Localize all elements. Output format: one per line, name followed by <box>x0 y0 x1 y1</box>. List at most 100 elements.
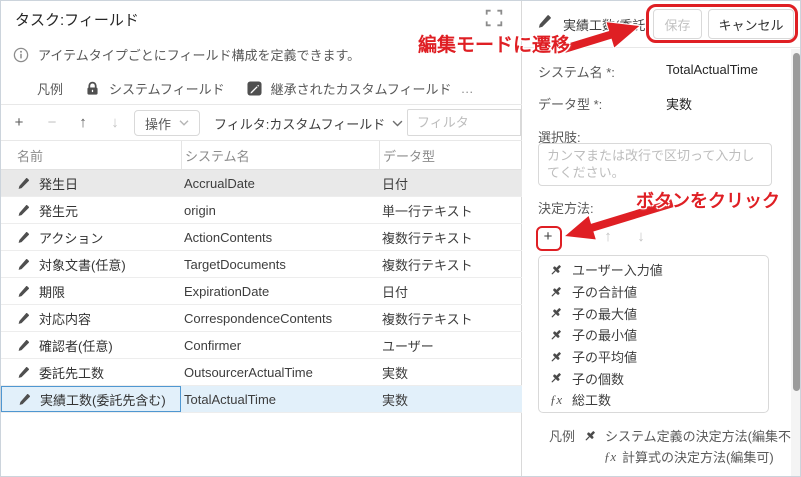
info-text: アイテムタイプごとにフィールド構成を定義できます。 <box>38 45 360 64</box>
filter-input[interactable] <box>407 109 521 136</box>
name-cell: 対応内容 <box>1 305 181 331</box>
field-detail-panel: 実績工数(委託 保存 キャンセル システム名 *: TotalActualTim… <box>522 1 801 476</box>
table-row[interactable]: 対応内容 CorrespondenceContents 複数行テキスト <box>1 305 522 332</box>
system-name-cell: origin <box>181 197 379 223</box>
name-cell: アクション <box>1 224 181 250</box>
system-name-cell: Confirmer <box>181 332 379 358</box>
list-item[interactable]: ƒx総工数 <box>539 389 768 411</box>
list-item-label: ユーザー入力値 <box>572 260 663 279</box>
list-item[interactable]: ユーザー入力値 <box>539 259 768 281</box>
legend-label: 凡例 <box>549 426 575 445</box>
list-item[interactable]: 子の最小値 <box>539 324 768 346</box>
field-name: 発生元 <box>39 201 78 220</box>
move-down-button[interactable]: ↓ <box>106 114 124 131</box>
method-move-up-button[interactable]: ↑ <box>599 228 617 245</box>
info-icon <box>13 47 29 63</box>
table-header: 名前 システム名 データ型 <box>1 140 522 170</box>
list-item[interactable]: 子の最大値 <box>539 302 768 324</box>
system-name-cell: CorrespondenceContents <box>181 305 379 331</box>
method-legend-line1: 凡例 システム定義の決定方法(編集不 <box>549 426 791 445</box>
data-type-cell: 複数行テキスト <box>379 224 522 250</box>
name-cell: 発生日 <box>1 170 181 196</box>
data-type-cell: 単一行テキスト <box>379 197 522 223</box>
data-type-cell: 日付 <box>379 278 522 304</box>
table-row-selected[interactable]: 実績工数(委託先含む) TotalActualTime 実数 <box>1 386 522 413</box>
table-row[interactable]: 期限 ExpirationDate 日付 <box>1 278 522 305</box>
remove-field-button[interactable]: − <box>43 114 61 131</box>
pencil-icon <box>17 204 30 217</box>
add-method-button[interactable]: + <box>539 228 557 245</box>
data-type-label: データ型 *: <box>538 94 666 113</box>
pin-icon <box>549 263 563 277</box>
expand-icon[interactable] <box>485 9 503 27</box>
legend-more-button[interactable]: … <box>461 81 475 96</box>
table-row[interactable]: 委託先工数 OutsourcerActualTime 実数 <box>1 359 522 386</box>
pencil-icon <box>17 258 30 271</box>
add-field-button[interactable]: + <box>10 114 28 131</box>
name-cell: 委託先工数 <box>1 359 181 385</box>
operation-dropdown[interactable]: 操作 <box>134 110 200 136</box>
pencil-icon <box>17 177 30 190</box>
list-item[interactable]: 子の合計値 <box>539 281 768 303</box>
data-type-cell: 複数行テキスト <box>379 251 522 277</box>
decision-method-list: ユーザー入力値 子の合計値 子の最大値 子の最小値 子の平均値 子の個数 ƒx総… <box>538 255 769 413</box>
table-row[interactable]: アクション ActionContents 複数行テキスト <box>1 224 522 251</box>
choices-textarea[interactable] <box>538 143 772 186</box>
table-row[interactable]: 発生元 origin 単一行テキスト <box>1 197 522 224</box>
pencil-icon <box>17 312 30 325</box>
system-name-value: TotalActualTime <box>666 62 758 81</box>
name-cell: 実績工数(委託先含む) <box>1 386 181 412</box>
table-row[interactable]: 発生日 AccrualDate 日付 <box>1 170 522 197</box>
data-type-value: 実数 <box>666 94 692 113</box>
name-cell: 対象文書(任意) <box>1 251 181 277</box>
column-header-name[interactable]: 名前 <box>1 141 181 169</box>
decision-method-row: 決定方法: <box>538 198 788 217</box>
field-name: 対応内容 <box>39 309 91 328</box>
detail-title: 実績工数(委託 <box>563 15 655 34</box>
filter-dropdown[interactable]: フィルタ:カスタムフィールド <box>214 114 403 133</box>
table-row[interactable]: 確認者(任意) Confirmer ユーザー <box>1 332 522 359</box>
scrollbar-track[interactable] <box>791 49 801 476</box>
method-move-down-button[interactable]: ↓ <box>632 228 650 245</box>
list-item-label: 子の最小値 <box>572 325 637 344</box>
pencil-icon <box>17 231 30 244</box>
pencil-icon <box>18 393 31 406</box>
move-up-button[interactable]: ↑ <box>74 114 92 131</box>
legend-item-label: システムフィールド <box>109 79 225 98</box>
pencil-icon <box>17 366 30 379</box>
chevron-down-icon <box>179 120 189 126</box>
list-item[interactable]: 子の個数 <box>539 367 768 389</box>
pin-icon <box>549 350 563 364</box>
list-item[interactable]: 子の平均値 <box>539 346 768 368</box>
column-header-system-name[interactable]: システム名 <box>181 141 379 169</box>
system-name-cell: OutsourcerActualTime <box>181 359 379 385</box>
pencil-icon <box>17 339 30 352</box>
decision-method-label: 決定方法: <box>538 198 666 217</box>
data-type-cell: 日付 <box>379 170 522 196</box>
field-name: 期限 <box>39 282 65 301</box>
system-name-cell: AccrualDate <box>181 170 379 196</box>
system-name-label: システム名 *: <box>538 62 666 81</box>
table-toolbar: + − ↑ ↓ 操作 フィルタ:カスタムフィールド <box>1 105 522 140</box>
scrollbar-thumb[interactable] <box>793 53 800 391</box>
pin-icon <box>583 429 597 443</box>
remove-method-button[interactable]: − <box>568 228 586 245</box>
fields-table: 名前 システム名 データ型 発生日 AccrualDate 日付 発生元 ori… <box>1 140 522 413</box>
data-type-cell: 実数 <box>379 359 522 385</box>
detail-header: 実績工数(委託 保存 キャンセル <box>522 1 801 48</box>
field-name: 確認者(任意) <box>39 336 113 355</box>
list-item-label: 子の平均値 <box>572 347 637 366</box>
name-cell: 発生元 <box>1 197 181 223</box>
cancel-button[interactable]: キャンセル <box>708 9 794 39</box>
column-header-data-type[interactable]: データ型 <box>379 141 522 169</box>
filter-dropdown-label: フィルタ:カスタムフィールド <box>214 114 385 133</box>
list-item-label: 子の個数 <box>572 369 624 388</box>
field-name: 対象文書(任意) <box>39 255 126 274</box>
save-button[interactable]: 保存 <box>653 9 702 39</box>
legend-row: 凡例 システムフィールド 継承されたカスタムフィールド … <box>37 79 475 98</box>
name-cell: 確認者(任意) <box>1 332 181 358</box>
table-row[interactable]: 対象文書(任意) TargetDocuments 複数行テキスト <box>1 251 522 278</box>
system-name-row: システム名 *: TotalActualTime <box>538 62 788 81</box>
pin-icon <box>549 285 563 299</box>
pin-icon <box>549 306 563 320</box>
